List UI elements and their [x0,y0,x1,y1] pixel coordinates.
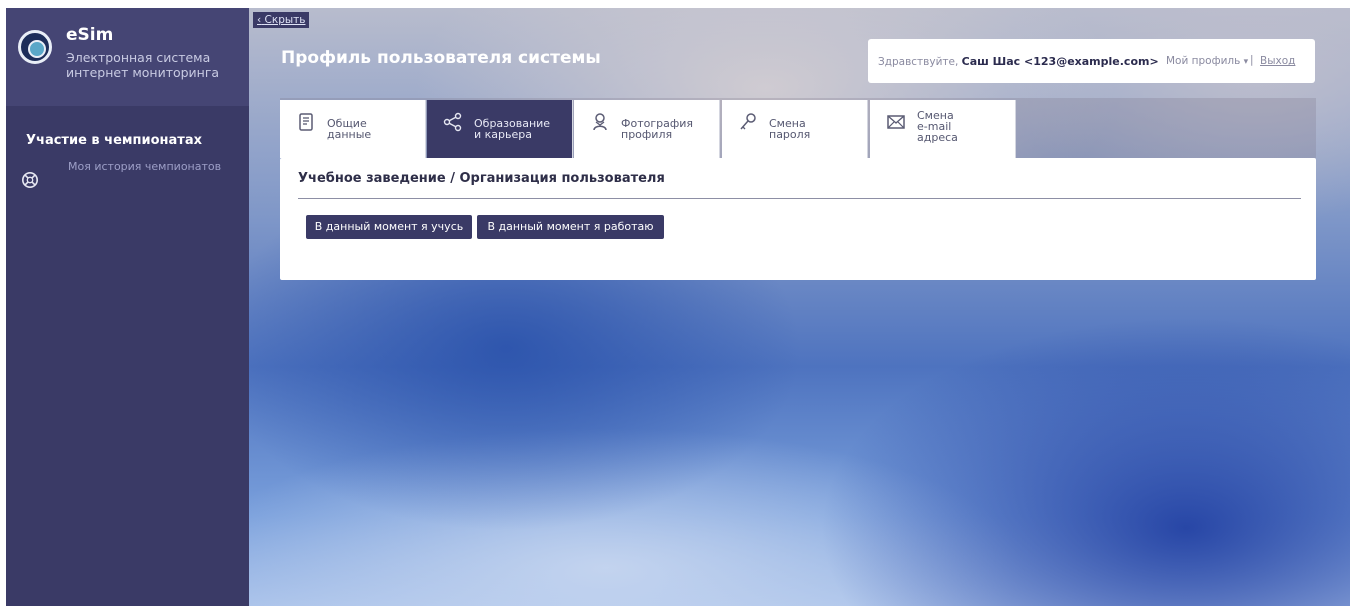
app-subtitle: Электронная система интернет мониторинга [66,50,246,80]
tab-change-email[interactable]: Смена e-mail адреса [870,100,1016,158]
education-panel: Учебное заведение / Организация пользова… [280,158,1316,280]
chevron-left-icon: ‹ [257,14,262,26]
app-subtitle-line1: Электронная система [66,50,211,65]
chevron-down-icon: ▾ [1243,57,1249,67]
tab-label: Смена e-mail адреса [917,110,958,143]
tab-label-line2: пароля [769,128,811,141]
sidebar: eSim Электронная система интернет монито… [6,8,249,606]
logo[interactable] [18,30,52,64]
tab-label: Смена пароля [769,118,810,140]
sidebar-item-championship-history[interactable]: Моя история чемпионатов [68,160,221,173]
hide-sidebar-label: Скрыть [264,14,306,26]
tab-label-line2: и карьера [474,128,532,141]
greeting: Здравствуйте, Саш Шас <123@example.com> [878,55,1159,68]
tab-general-data[interactable]: Общие данные [280,100,426,158]
logout-link[interactable]: Выход [1260,55,1295,67]
panel-title: Учебное заведение / Организация пользова… [298,171,665,186]
tab-profile-photo[interactable]: Фотография профиля [574,100,720,158]
currently-studying-button[interactable]: В данный момент я учусь [306,215,472,239]
brand-header: eSim Электронная система интернет монито… [6,8,249,106]
hide-sidebar-link[interactable]: ‹ Скрыть [253,12,310,28]
tab-label: Фотография профиля [621,118,693,140]
page-title: Профиль пользователя системы [281,48,601,68]
app-window: eSim Электронная система интернет монито… [6,8,1350,606]
currently-working-button[interactable]: В данный момент я работаю [477,215,664,239]
tab-label: Общие данные [327,118,371,140]
tab-change-password[interactable]: Смена пароля [722,100,868,158]
tab-label-line3: адреса [917,131,958,144]
sidebar-section-title: Участие в чемпионатах [26,133,203,148]
person-icon [593,113,607,131]
greeting-text: Здравствуйте, [878,56,959,68]
tab-label-line2: профиля [621,128,673,141]
profile-menu[interactable]: Мой профиль ▾ [1166,55,1248,67]
separator: | [1250,54,1254,66]
user-bar: Здравствуйте, Саш Шас <123@example.com> … [868,39,1315,83]
divider [298,198,1301,199]
tab-label: Образование и карьера [474,118,550,140]
user-name: Саш Шас <123@example.com> [961,55,1159,68]
document-icon [299,113,313,131]
share-icon [443,112,462,132]
profile-menu-label: Мой профиль [1166,55,1241,67]
key-icon [740,113,756,130]
envelope-icon [887,115,905,129]
app-title: eSim [66,25,114,45]
championship-icon [21,171,39,189]
app-subtitle-line2: интернет мониторинга [66,65,220,80]
tab-education-career[interactable]: Образование и карьера [427,100,573,158]
tab-label-line2: данные [327,128,372,141]
